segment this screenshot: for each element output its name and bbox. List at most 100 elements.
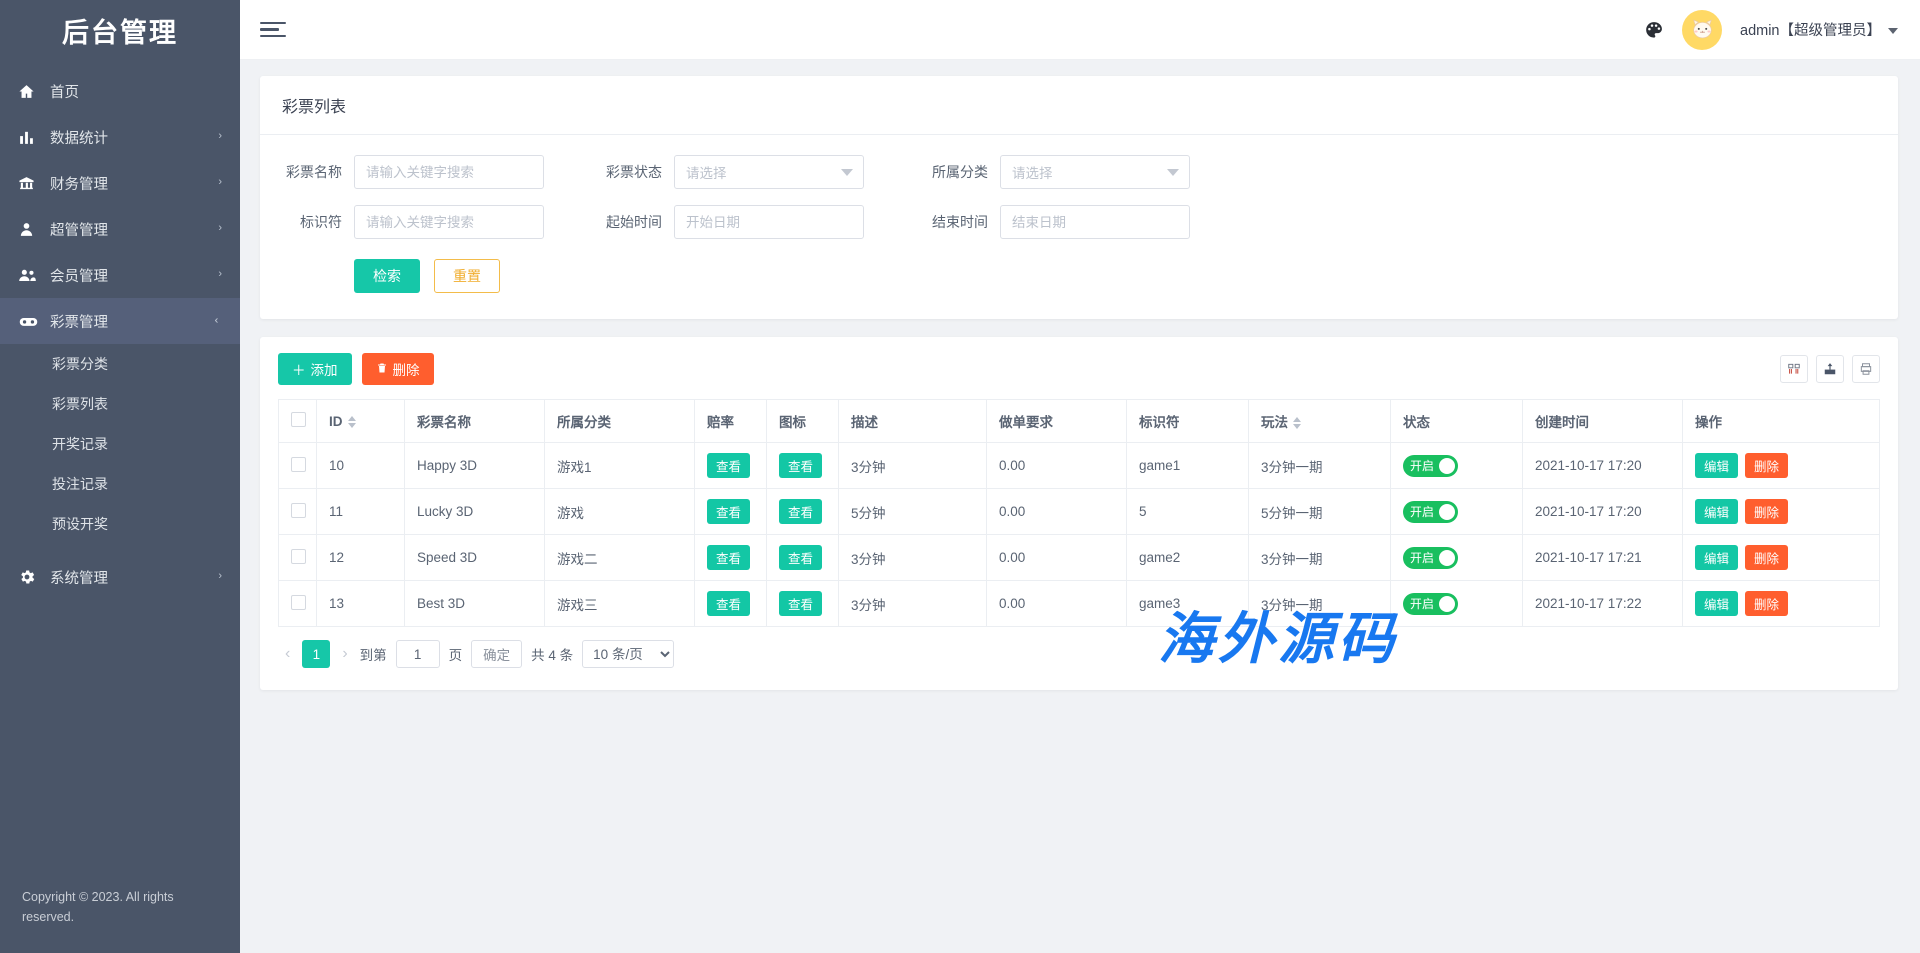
row-checkbox[interactable] (291, 549, 306, 564)
page-size-select[interactable]: 10 条/页 20 条/页 50 条/页 100 条/页 (582, 640, 674, 668)
view-icon-button[interactable]: 查看 (779, 453, 822, 478)
view-odds-button[interactable]: 查看 (707, 591, 750, 616)
cell-name: Best 3D (405, 581, 545, 627)
sidebar-item-admin[interactable]: 超管管理 › (0, 206, 240, 252)
delete-row-button[interactable]: 删除 (1745, 545, 1788, 570)
chevron-right-icon: › (218, 571, 222, 582)
page-number-1[interactable]: 1 (302, 640, 330, 668)
sidebar-subitem-preset-draw[interactable]: 预设开奖 (0, 504, 240, 544)
row-select-cell (279, 581, 317, 627)
sidebar-subitem-bet-records[interactable]: 投注记录 (0, 464, 240, 504)
view-odds-button[interactable]: 查看 (707, 545, 750, 570)
delete-row-button[interactable]: 删除 (1745, 499, 1788, 524)
sidebar-item-statistics[interactable]: 数据统计 › (0, 114, 240, 160)
status-toggle-label: 开启 (1410, 595, 1439, 612)
status-toggle[interactable]: 开启 (1403, 593, 1458, 615)
hamburger-menu-icon[interactable] (260, 12, 286, 48)
sidebar-item-label: 彩票管理 (44, 311, 213, 332)
users-icon (18, 266, 44, 285)
lottery-status-select[interactable]: 请选择 (674, 155, 864, 189)
start-date-input[interactable] (674, 205, 864, 239)
col-desc: 描述 (839, 400, 987, 443)
cell-id: 10 (317, 443, 405, 489)
status-toggle[interactable]: 开启 (1403, 501, 1458, 523)
view-odds-button[interactable]: 查看 (707, 499, 750, 524)
delete-row-button[interactable]: 删除 (1745, 591, 1788, 616)
sidebar-item-finance[interactable]: 财务管理 › (0, 160, 240, 206)
chevron-right-icon[interactable]: › (339, 646, 350, 662)
cell-name: Speed 3D (405, 535, 545, 581)
col-created: 创建时间 (1523, 400, 1683, 443)
view-icon-button[interactable]: 查看 (779, 545, 822, 570)
sidebar-subitem-lottery-list[interactable]: 彩票列表 (0, 384, 240, 424)
status-toggle[interactable]: 开启 (1403, 547, 1458, 569)
reset-button[interactable]: 重置 (434, 259, 500, 293)
search-card: 彩票列表 彩票名称 彩票状态 请选择 (260, 76, 1898, 319)
cell-action: 编辑删除 (1683, 535, 1880, 581)
col-play[interactable]: 玩法 (1249, 400, 1391, 443)
add-button[interactable]: ＋ 添加 (278, 353, 352, 385)
cell-odds: 查看 (695, 489, 767, 535)
select-all-checkbox[interactable] (291, 412, 306, 427)
field-label: 彩票名称 (282, 162, 354, 182)
jump-suffix-label: 页 (449, 644, 463, 664)
toggle-knob (1439, 504, 1455, 520)
print-icon[interactable] (1852, 355, 1880, 383)
sidebar-subitem-lottery-category[interactable]: 彩票分类 (0, 344, 240, 384)
table-toolbar-right (1780, 355, 1880, 383)
sort-icon[interactable] (1293, 417, 1301, 429)
col-id[interactable]: ID (317, 400, 405, 443)
main-area: admin【超级管理员】 彩票列表 彩票名称 彩票状态 (240, 0, 1920, 953)
col-action: 操作 (1683, 400, 1880, 443)
sort-icon[interactable] (348, 416, 356, 428)
pagination: ‹ 1 › 到第 页 确定 共 4 条 10 条/页 20 条/页 50 条/页… (278, 627, 1880, 680)
sidebar-item-system[interactable]: 系统管理 › (0, 554, 240, 600)
username-label: admin【超级管理员】 (1740, 23, 1881, 39)
sidebar-item-lottery[interactable]: 彩票管理 ⌄ (0, 298, 240, 344)
field-label: 所属分类 (924, 162, 1000, 182)
identifier-input[interactable] (354, 205, 544, 239)
sidebar-subitem-draw-records[interactable]: 开奖记录 (0, 424, 240, 464)
user-menu[interactable]: admin【超级管理员】 (1740, 19, 1898, 40)
avatar[interactable] (1682, 10, 1722, 50)
jump-page-input[interactable] (396, 640, 440, 668)
select-all-header (279, 400, 317, 443)
cell-created: 2021-10-17 17:22 (1523, 581, 1683, 627)
add-button-label: 添加 (311, 359, 338, 379)
view-icon-button[interactable]: 查看 (779, 499, 822, 524)
columns-icon[interactable] (1780, 355, 1808, 383)
confirm-jump-button[interactable]: 确定 (471, 640, 522, 668)
view-icon-button[interactable]: 查看 (779, 591, 822, 616)
sidebar-item-home[interactable]: 首页 (0, 68, 240, 114)
cell-category: 游戏二 (545, 535, 695, 581)
row-checkbox[interactable] (291, 503, 306, 518)
status-toggle-label: 开启 (1410, 503, 1439, 520)
edit-button[interactable]: 编辑 (1695, 499, 1738, 524)
field-start-time: 起始时间 (602, 205, 924, 239)
palette-icon[interactable] (1644, 20, 1664, 40)
field-lottery-name: 彩票名称 (282, 155, 602, 189)
edit-button[interactable]: 编辑 (1695, 545, 1738, 570)
cell-desc: 3分钟 (839, 443, 987, 489)
delete-row-button[interactable]: 删除 (1745, 453, 1788, 478)
end-date-input[interactable] (1000, 205, 1190, 239)
search-button[interactable]: 检索 (354, 259, 420, 293)
sidebar-item-members[interactable]: 会员管理 › (0, 252, 240, 298)
view-odds-button[interactable]: 查看 (707, 453, 750, 478)
cell-play: 3分钟一期 (1249, 581, 1391, 627)
row-checkbox[interactable] (291, 457, 306, 472)
status-toggle[interactable]: 开启 (1403, 455, 1458, 477)
edit-button[interactable]: 编辑 (1695, 453, 1738, 478)
chevron-left-icon[interactable]: ‹ (282, 646, 293, 662)
edit-button[interactable]: 编辑 (1695, 591, 1738, 616)
row-checkbox[interactable] (291, 595, 306, 610)
cell-desc: 5分钟 (839, 489, 987, 535)
table-card: ＋ 添加 删除 (260, 337, 1898, 690)
export-icon[interactable] (1816, 355, 1844, 383)
lottery-name-input[interactable] (354, 155, 544, 189)
chart-bar-icon (18, 129, 44, 146)
batch-delete-button[interactable]: 删除 (362, 353, 434, 385)
cell-status: 开启 (1391, 489, 1523, 535)
cell-status: 开启 (1391, 443, 1523, 489)
category-select[interactable]: 请选择 (1000, 155, 1190, 189)
